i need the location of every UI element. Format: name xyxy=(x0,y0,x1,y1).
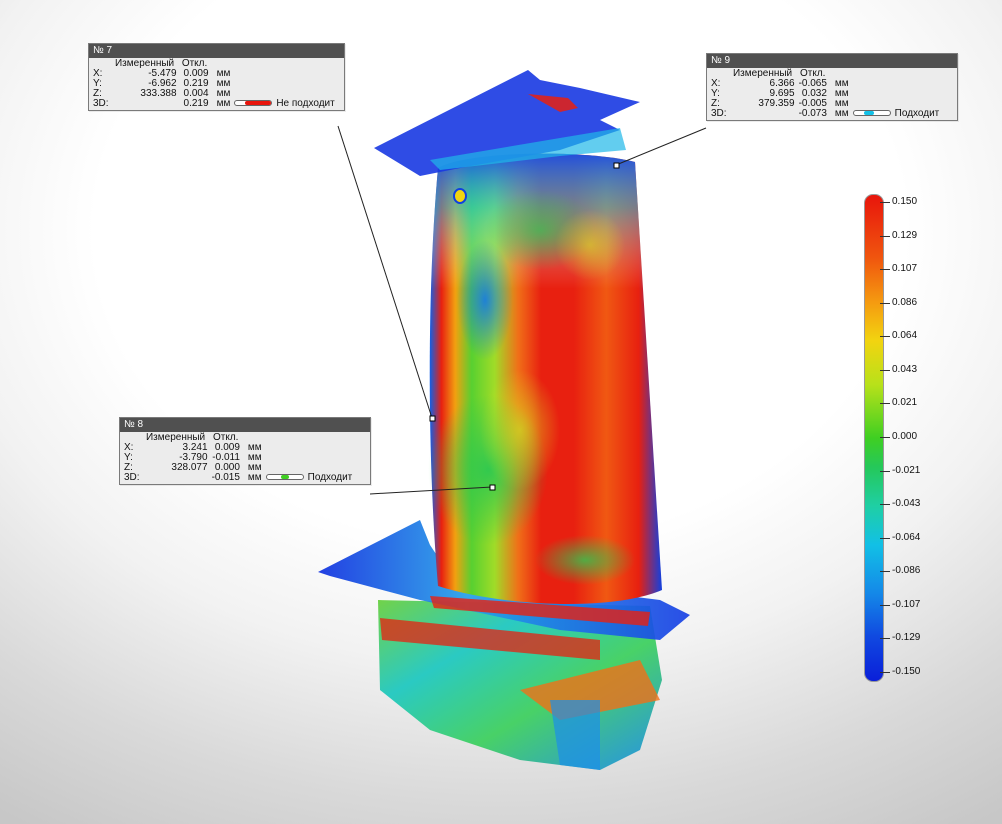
row-3d: 3D: 0.219 мм Не подходит xyxy=(91,99,337,109)
callout-8[interactable]: № 8 Измеренный Откл. X: 3.241 0.009 мм Y… xyxy=(119,417,371,485)
axis-label: 3D: xyxy=(711,108,727,119)
measured-value: 379.359 xyxy=(758,98,795,109)
tolerance-bar xyxy=(234,100,273,107)
legend-tick xyxy=(880,470,890,472)
legend-tick xyxy=(880,235,890,237)
legend-label: -0.021 xyxy=(892,464,921,476)
deviation-color-legend: 0.150 0.129 0.107 0.086 0.064 0.043 0.021 0.000… xyxy=(858,188,938,688)
column-headers: Измеренный Откл. xyxy=(91,59,337,69)
axis-label: 3D: xyxy=(93,98,109,109)
legend-label: 0.043 xyxy=(892,363,918,375)
row-3d: 3D: -0.073 мм Подходит xyxy=(709,109,941,119)
legend-label: 0.064 xyxy=(892,330,918,342)
legend-tick xyxy=(880,302,890,304)
legend-tick xyxy=(880,403,890,405)
dev-value: -0.015 xyxy=(211,472,240,483)
callout-table: Измеренный Откл. X: 6.366 -0.065 мм Y: 9… xyxy=(709,69,941,119)
legend-color-bar xyxy=(864,194,884,682)
3d-viewport[interactable] xyxy=(0,0,1002,824)
legend-label: 0.086 xyxy=(892,296,918,308)
unit: мм xyxy=(834,108,849,119)
legend-tick xyxy=(880,336,890,338)
row-x: X: -5.479 0.009 мм xyxy=(91,69,337,79)
unit: мм xyxy=(247,472,262,483)
callout-table: Измеренный Откл. X: 3.241 0.009 мм Y: -3… xyxy=(122,433,354,483)
measured-value: 333.388 xyxy=(140,88,177,99)
legend-label: 0.150 xyxy=(892,196,918,207)
measure-point-8 xyxy=(489,484,496,491)
measured-value: 328.077 xyxy=(171,462,208,473)
legend-label: -0.064 xyxy=(892,531,921,543)
dev-value: 0.219 xyxy=(183,98,209,109)
dev-value: -0.073 xyxy=(798,108,827,119)
callout-header: № 7 xyxy=(89,44,344,58)
legend-tick xyxy=(880,672,890,673)
tolerance-fill xyxy=(245,101,272,106)
tolerance-bar xyxy=(265,474,304,481)
leader-line-9 xyxy=(615,127,707,166)
legend-tick xyxy=(880,537,890,539)
legend-label: -0.129 xyxy=(892,632,921,644)
legend-label: -0.043 xyxy=(892,498,921,510)
callout-table: Измеренный Откл. X: -5.479 0.009 мм Y: -… xyxy=(91,59,337,109)
callout-9[interactable]: № 9 Измеренный Откл. X: 6.366 -0.065 мм … xyxy=(706,53,958,121)
legend-tick xyxy=(880,202,890,203)
status-text: Подходит xyxy=(894,108,940,119)
legend-tick xyxy=(880,437,890,438)
legend-label: -0.086 xyxy=(892,565,921,577)
measure-point-7 xyxy=(429,415,436,422)
callout-7[interactable]: № 7 Измеренный Откл. X: -5.479 0.009 мм … xyxy=(88,43,345,111)
legend-label: 0.000 xyxy=(892,431,918,442)
legend-tick xyxy=(880,369,890,371)
scanned-part-model[interactable] xyxy=(0,0,1002,824)
legend-tick xyxy=(880,638,890,640)
tolerance-fill xyxy=(863,111,874,116)
legend-label: 0.107 xyxy=(892,263,918,275)
callout-header: № 9 xyxy=(707,54,957,68)
unit: мм xyxy=(216,98,231,109)
legend-label: 0.129 xyxy=(892,229,918,241)
legend-tick xyxy=(880,571,890,573)
tolerance-fill xyxy=(280,475,289,480)
measure-point-9 xyxy=(613,162,620,169)
status-text: Подходит xyxy=(307,472,353,483)
callout-header: № 8 xyxy=(120,418,370,432)
tolerance-bar xyxy=(852,110,891,117)
row-y: Y: -6.962 0.219 мм xyxy=(91,79,337,89)
axis-label: 3D: xyxy=(124,472,140,483)
legend-tick xyxy=(880,504,890,506)
legend-tick xyxy=(880,269,890,271)
legend-label: -0.107 xyxy=(892,598,921,610)
row-3d: 3D: -0.015 мм Подходит xyxy=(122,473,354,483)
status-text: Не подходит xyxy=(276,98,335,109)
legend-tick xyxy=(880,604,890,606)
legend-label: 0.021 xyxy=(892,397,918,409)
legend-label: -0.150 xyxy=(892,666,921,677)
